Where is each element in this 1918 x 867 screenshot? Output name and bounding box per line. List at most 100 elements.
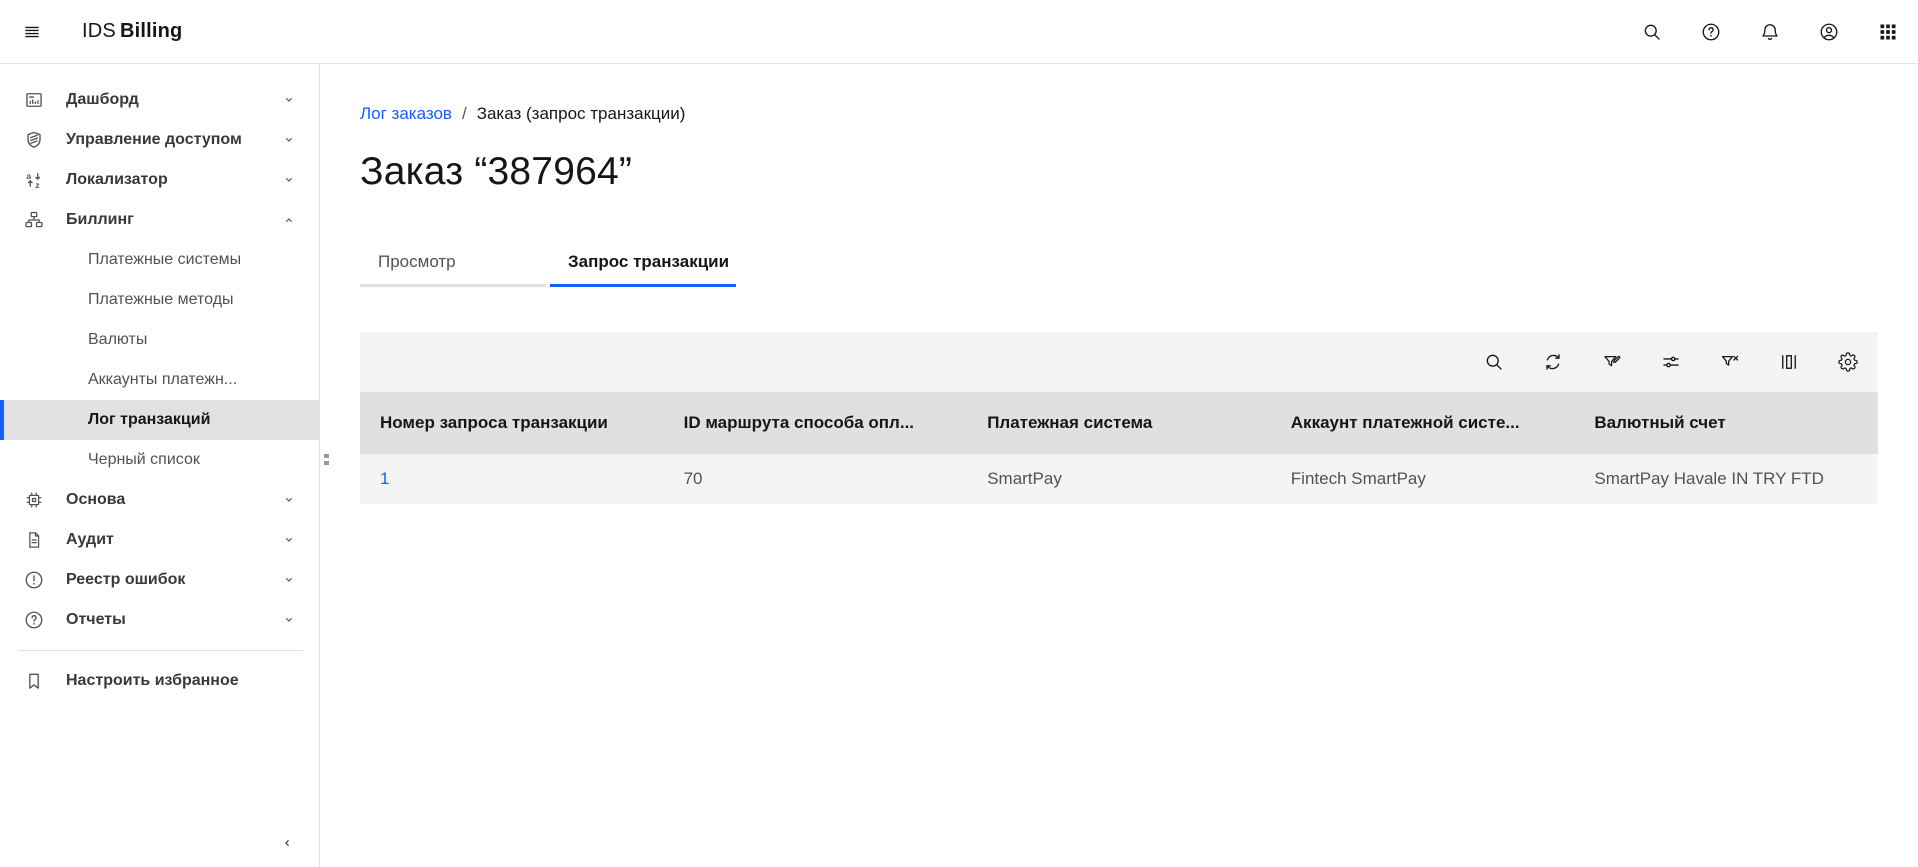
cell-payment-system: SmartPay [967, 454, 1271, 504]
sidebar-item-core[interactable]: Основа [0, 480, 319, 520]
breadcrumb-current: Заказ (запрос транзакции) [477, 104, 686, 124]
hamburger-menu-icon [22, 22, 42, 42]
table-refresh-button[interactable] [1529, 338, 1577, 386]
menu-button[interactable] [8, 8, 56, 56]
breadcrumb-link-order-log[interactable]: Лог заказов [360, 104, 452, 124]
tab-label: Просмотр [378, 252, 456, 272]
bell-icon [1760, 22, 1780, 42]
search-icon [1484, 352, 1504, 372]
sidebar-subitem-label: Аккаунты платежн... [88, 371, 237, 389]
column-header-payment-method-route-id[interactable]: ID маршрута способа опл... [664, 392, 968, 454]
table-settings-button[interactable] [1824, 338, 1872, 386]
sidebar-subitem-label: Платежные методы [88, 291, 234, 309]
product-title: Billing [120, 20, 183, 42]
translate-az-icon: a z [24, 170, 44, 190]
sidebar-item-label: Аудит [66, 531, 281, 549]
sidebar-item-label: Дашборд [66, 91, 281, 109]
sidebar-subitem-label: Лог транзакций [88, 411, 210, 429]
table-search-button[interactable] [1470, 338, 1518, 386]
chevron-down-icon [281, 492, 297, 508]
bookmark-icon [24, 671, 44, 691]
security-shield-icon [24, 130, 44, 150]
filter-remove-icon [1720, 352, 1740, 372]
sidebar-subitem-transaction-log[interactable]: Лог транзакций [0, 400, 319, 440]
sidebar-item-label: Основа [66, 491, 281, 509]
sidebar-item-access-management[interactable]: Управление доступом [0, 120, 319, 160]
column-header-payment-system[interactable]: Платежная система [967, 392, 1271, 454]
data-table: Номер запроса транзакции ID маршрута спо… [360, 392, 1878, 504]
chip-icon [24, 490, 44, 510]
product-name: IDSBilling [82, 20, 182, 43]
refresh-icon [1543, 352, 1563, 372]
table-filter-remove-button[interactable] [1706, 338, 1754, 386]
sidebar: Дашборд Управление доступом a z Локализа… [0, 64, 320, 867]
sidebar-subitem-label: Платежные системы [88, 251, 241, 269]
sidebar-item-billing[interactable]: Биллинг [0, 200, 319, 240]
sidebar-item-label: Локализатор [66, 171, 281, 189]
transaction-request-link[interactable]: 1 [380, 469, 389, 488]
sidebar-divider [18, 650, 303, 651]
cell-currency-account: SmartPay Havale IN TRY FTD [1574, 454, 1878, 504]
cell-payment-system-account: Fintech SmartPay [1271, 454, 1575, 504]
app-switcher-button[interactable] [1864, 8, 1912, 56]
sidebar-subitem-currencies[interactable]: Валюты [0, 320, 319, 360]
cell-payment-method-route-id: 70 [664, 454, 968, 504]
tree-view-icon [24, 210, 44, 230]
chevron-down-icon [281, 172, 297, 188]
table-toolbar [360, 332, 1878, 392]
table-filter-edit-button[interactable] [1588, 338, 1636, 386]
breadcrumb-separator: / [462, 104, 467, 124]
sidebar-collapse-button[interactable] [263, 823, 311, 863]
search-button[interactable] [1628, 8, 1676, 56]
column-header-payment-system-account[interactable]: Аккаунт платежной систе... [1271, 392, 1575, 454]
svg-text:z: z [35, 180, 39, 190]
tab-view[interactable]: Просмотр [360, 239, 546, 287]
column-header-currency-account[interactable]: Валютный счет [1574, 392, 1878, 454]
table-row: 1 70 SmartPay Fintech SmartPay SmartPay … [360, 454, 1878, 504]
product-prefix: IDS [82, 20, 116, 42]
settings-gear-icon [1838, 352, 1858, 372]
sidebar-subitem-payment-systems[interactable]: Платежные системы [0, 240, 319, 280]
sidebar-item-error-registry[interactable]: Реестр ошибок [0, 560, 319, 600]
sidebar-subitem-payment-accounts[interactable]: Аккаунты платежн... [0, 360, 319, 400]
notifications-button[interactable] [1746, 8, 1794, 56]
chevron-left-icon [279, 835, 295, 851]
chevron-down-icon [281, 132, 297, 148]
sidebar-item-dashboard[interactable]: Дашборд [0, 80, 319, 120]
help-circle-icon [24, 610, 44, 630]
sidebar-subitem-blacklist[interactable]: Черный список [0, 440, 319, 480]
main-content: Лог заказов / Заказ (запрос транзакции) … [320, 64, 1918, 867]
tabs: Просмотр Запрос транзакции [360, 239, 1878, 287]
tab-transaction-request[interactable]: Запрос транзакции [550, 239, 736, 287]
page-title: Заказ “387964” [360, 150, 1878, 194]
settings-adjust-icon [1661, 352, 1681, 372]
breadcrumb: Лог заказов / Заказ (запрос транзакции) [360, 104, 1878, 124]
user-avatar-icon [1819, 22, 1839, 42]
chevron-down-icon [281, 572, 297, 588]
sidebar-item-configure-favorites[interactable]: Настроить избранное [0, 661, 319, 701]
sidebar-item-reports[interactable]: Отчеты [0, 600, 319, 640]
help-icon [1701, 22, 1721, 42]
chevron-down-icon [281, 532, 297, 548]
chevron-down-icon [281, 92, 297, 108]
table-settings-adjust-button[interactable] [1647, 338, 1695, 386]
search-icon [1642, 22, 1662, 42]
warning-icon [24, 570, 44, 590]
sidebar-item-label: Биллинг [66, 211, 281, 229]
sidebar-resize-handle[interactable] [322, 454, 330, 474]
sidebar-item-label: Реестр ошибок [66, 571, 281, 589]
user-button[interactable] [1805, 8, 1853, 56]
help-button[interactable] [1687, 8, 1735, 56]
table-header-row: Номер запроса транзакции ID маршрута спо… [360, 392, 1878, 454]
column-header-transaction-request-number[interactable]: Номер запроса транзакции [360, 392, 664, 454]
table-column-chooser-button[interactable] [1765, 338, 1813, 386]
chevron-up-icon [281, 212, 297, 228]
document-icon [24, 530, 44, 550]
sidebar-subitem-payment-methods[interactable]: Платежные методы [0, 280, 319, 320]
sidebar-item-audit[interactable]: Аудит [0, 520, 319, 560]
cell-transaction-request-number: 1 [360, 454, 664, 504]
app-switcher-icon [1878, 22, 1898, 42]
svg-text:a: a [26, 171, 31, 181]
column-chooser-icon [1779, 352, 1799, 372]
sidebar-item-localizer[interactable]: a z Локализатор [0, 160, 319, 200]
